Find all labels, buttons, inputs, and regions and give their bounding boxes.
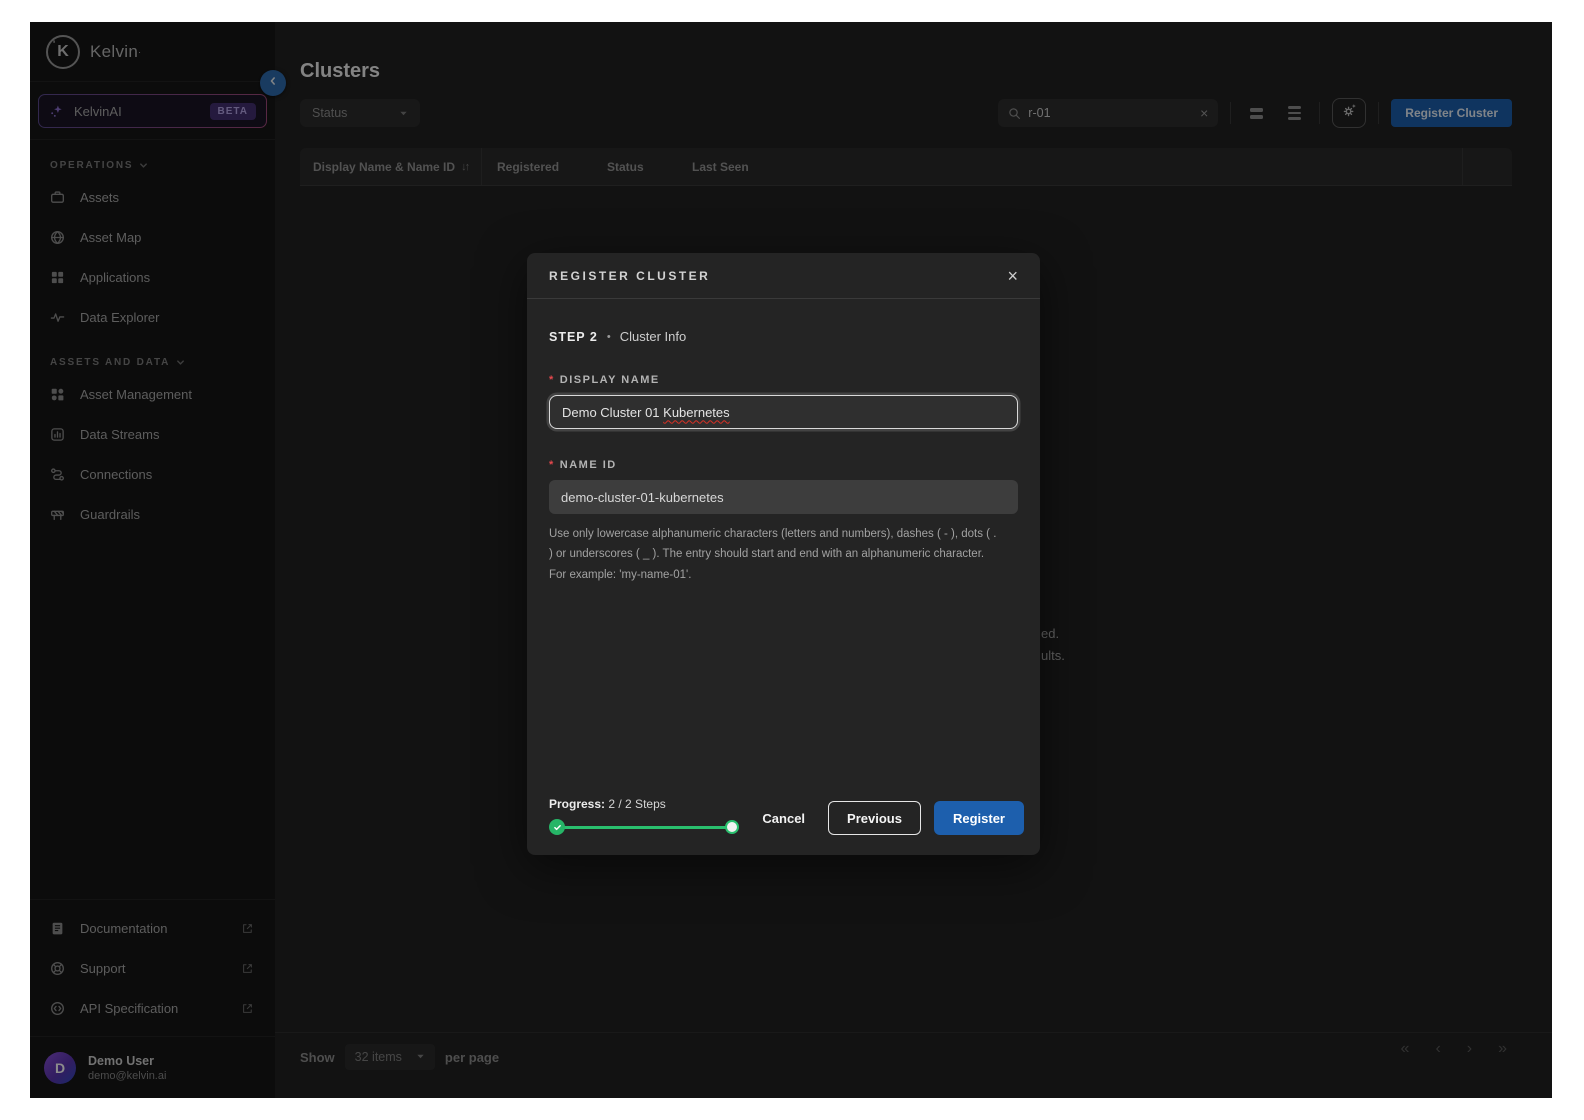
page: ' K Kelvin· KelvinAI BETA OPERATIONS Ass… [0,0,1584,1120]
step-complete-icon [549,819,565,835]
name-id-input[interactable] [549,480,1018,514]
progress-bar [549,819,739,835]
required-mark: * [549,374,555,386]
progress-indicator: Progress: 2 / 2 Steps [549,797,749,835]
step-name: Cluster Info [619,329,687,344]
current-step-icon [725,820,739,834]
register-button[interactable]: Register [933,801,1024,835]
modal-footer: Progress: 2 / 2 Steps Cancel Previous Re… [527,797,1040,855]
misspelled-word: Kubernetes [663,404,730,420]
step-indicator: STEP 2 • Cluster Info [549,329,1018,344]
step-label: STEP 2 [549,329,598,344]
register-cluster-modal: REGISTER CLUSTER × STEP 2 • Cluster Info… [527,253,1040,855]
modal-title: REGISTER CLUSTER [549,268,711,283]
step-bullet: • [606,330,611,343]
progress-value: 2 / 2 Steps [608,797,666,811]
close-icon[interactable]: × [1007,267,1018,285]
app-window: ' K Kelvin· KelvinAI BETA OPERATIONS Ass… [30,22,1552,1098]
required-mark: * [549,459,555,471]
display-name-input[interactable]: Demo Cluster 01 Kubernetes [549,395,1018,429]
modal-body: STEP 2 • Cluster Info * DISPLAY NAME Demo… [527,299,1040,797]
previous-button[interactable]: Previous [828,801,921,835]
modal-header: REGISTER CLUSTER × [527,253,1040,299]
name-id-help-text: Use only lowercase alphanumeric characte… [549,528,997,581]
cancel-button[interactable]: Cancel [752,801,815,835]
name-id-label: * NAME ID [549,459,617,471]
progress-label: Progress: [549,797,606,811]
display-name-label: * DISPLAY NAME [549,374,660,386]
